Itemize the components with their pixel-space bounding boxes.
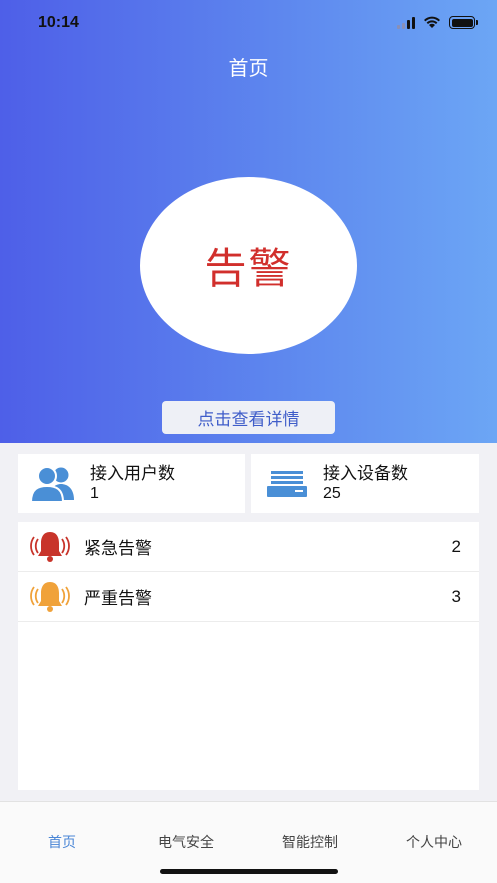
- server-icon: [261, 464, 313, 504]
- alarm-row-urgent[interactable]: 紧急告警 2: [18, 522, 479, 572]
- status-time: 10:14: [38, 14, 79, 31]
- wifi-icon: [424, 16, 440, 28]
- alarm-urgent-label: 紧急告警: [84, 539, 152, 559]
- bell-red-icon: [30, 531, 70, 562]
- tab-home[interactable]: 首页: [0, 832, 124, 852]
- devices-label: 接入设备数: [323, 463, 408, 484]
- bell-orange-icon: [30, 581, 70, 612]
- alarm-urgent-count: 2: [451, 536, 461, 556]
- users-icon: [28, 464, 80, 504]
- tab-smart-control[interactable]: 智能控制: [248, 832, 372, 852]
- alarm-row-severe[interactable]: 严重告警 3: [18, 572, 479, 622]
- status-icons: [397, 16, 478, 29]
- tab-profile[interactable]: 个人中心: [372, 832, 496, 852]
- alarm-severe-label: 严重告警: [84, 589, 152, 609]
- devices-count: 25: [323, 484, 341, 502]
- connected-devices-card[interactable]: 接入设备数 25: [251, 454, 479, 513]
- alarm-status-circle[interactable]: 告警: [140, 177, 357, 354]
- home-indicator: [160, 869, 338, 874]
- battery-icon: [449, 16, 478, 29]
- connected-users-card[interactable]: 接入用户数 1: [18, 454, 245, 513]
- alarm-severe-count: 3: [451, 586, 461, 606]
- tab-electrical-safety[interactable]: 电气安全: [124, 832, 248, 852]
- view-details-button[interactable]: 点击查看详情: [162, 401, 335, 434]
- page-title: 首页: [228, 56, 269, 80]
- status-bar: 10:14: [0, 0, 497, 46]
- alarm-status-text: 告警: [204, 244, 293, 293]
- users-label: 接入用户数: [90, 463, 175, 484]
- users-count: 1: [90, 484, 99, 502]
- cellular-signal-icon: [397, 16, 415, 29]
- alarm-list: 紧急告警 2 严重告警 3: [18, 522, 479, 790]
